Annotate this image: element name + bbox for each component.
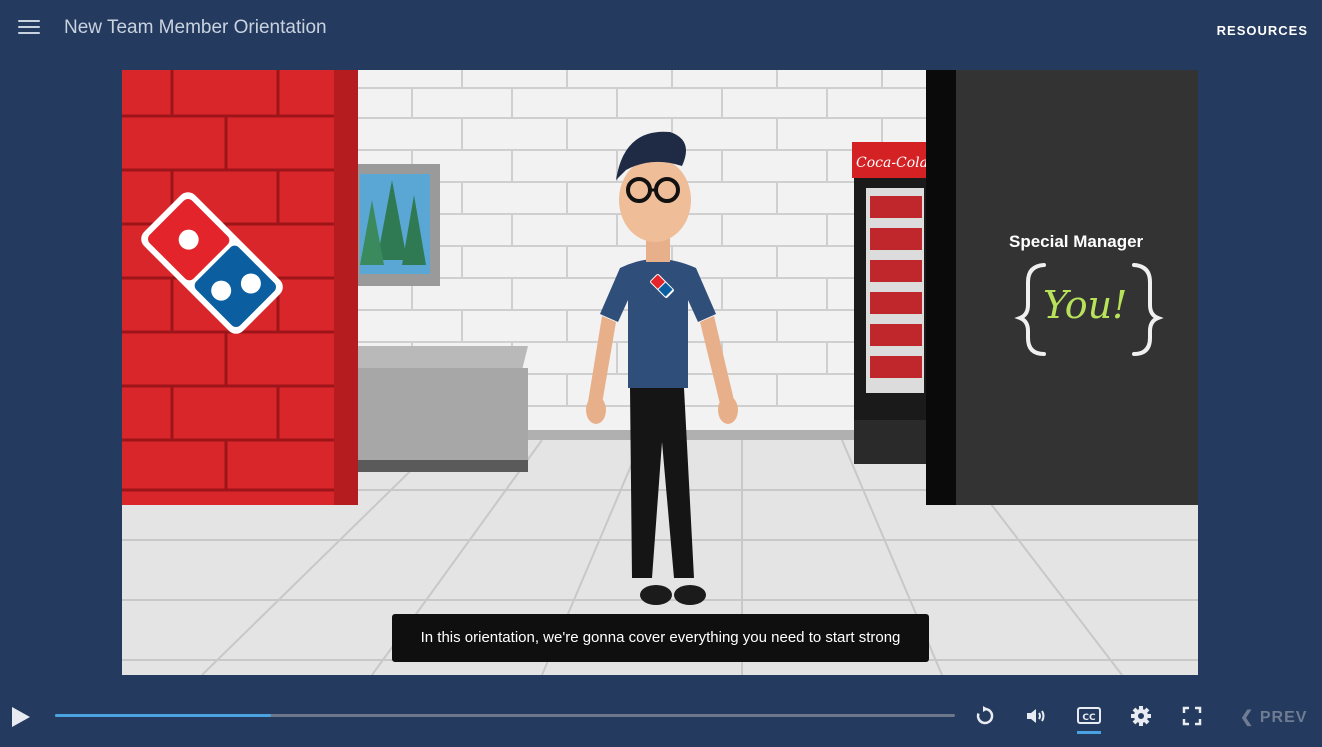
replay-icon[interactable]: [973, 704, 997, 728]
svg-text:CC: CC: [1082, 713, 1096, 723]
closed-captions-icon[interactable]: CC: [1077, 704, 1101, 728]
video-scene: Coca-Cola: [122, 70, 1198, 675]
menu-icon[interactable]: [18, 20, 40, 38]
sign-text: You!: [1043, 283, 1128, 327]
prev-label: PREV: [1259, 709, 1308, 726]
top-bar: New Team Member Orientation RESOURCES: [0, 0, 1322, 60]
sign-title: Special Manager: [1009, 232, 1144, 251]
player-controls: CC ❮ PREV: [0, 692, 1322, 742]
progress-fill: [55, 714, 271, 717]
resources-button[interactable]: RESOURCES: [1217, 23, 1308, 38]
chevron-left-icon: ❮: [1240, 709, 1255, 726]
play-icon[interactable]: [12, 707, 30, 727]
settings-icon[interactable]: [1129, 704, 1153, 728]
prev-button[interactable]: ❮ PREV: [1240, 707, 1307, 727]
progress-bar[interactable]: [55, 714, 955, 717]
captions-active-indicator: [1077, 731, 1101, 734]
course-title: New Team Member Orientation: [64, 17, 327, 38]
fullscreen-icon[interactable]: [1180, 704, 1204, 728]
fridge-brand: Coca-Cola: [856, 155, 928, 171]
video-player[interactable]: Coca-Cola In this orientation, we're gon…: [122, 70, 1198, 675]
caption-box: In this orientation, we're gonna cover e…: [392, 614, 929, 662]
volume-icon[interactable]: [1024, 704, 1048, 728]
